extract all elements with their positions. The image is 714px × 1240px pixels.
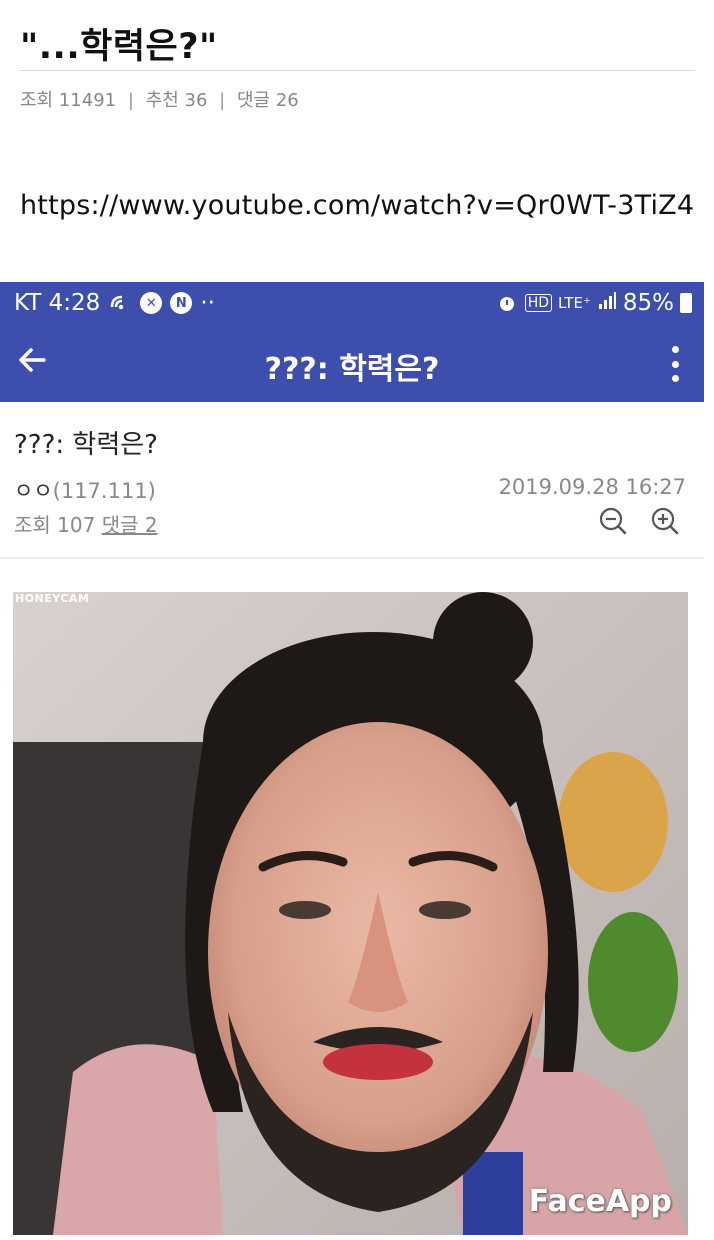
author-ip: (117.111): [52, 479, 156, 503]
inner-views-count: 107: [57, 513, 96, 537]
page: "...학력은?" 조회 11491 | 추천 36 | 댓글 26 https…: [0, 0, 714, 1240]
inner-date: 2019.09.28 16:27: [498, 475, 686, 499]
more-notifications-icon: ··: [200, 290, 215, 316]
app-bar-title: ???: 학력은?: [264, 352, 440, 387]
shield-app-icon: ✕: [140, 292, 163, 314]
recommend-count: 36: [184, 90, 208, 111]
carrier-time: KT 4:28: [14, 290, 101, 316]
post-title: "...학력은?": [20, 27, 218, 67]
inner-divider: [0, 557, 704, 559]
zoom-in-icon[interactable]: [650, 506, 680, 536]
status-right: HD LTE⁺ 85%: [495, 290, 692, 316]
hd-badge: HD: [524, 294, 553, 312]
views-label: 조회: [20, 90, 54, 111]
post-meta: 조회 11491 | 추천 36 | 댓글 26: [20, 86, 299, 112]
meta-separator: |: [219, 90, 226, 111]
signal-icon: [597, 290, 617, 316]
comments-count: 26: [275, 90, 299, 111]
inner-views-label: 조회: [14, 513, 51, 537]
inner-comments-link[interactable]: 댓글 2: [102, 513, 158, 537]
views-count: 11491: [58, 90, 117, 111]
recommend-label: 추천: [145, 90, 179, 111]
inner-author: ㅇㅇ(117.111): [14, 475, 156, 505]
photo-illustration: [13, 592, 688, 1235]
inner-post-title: ???: 학력은?: [14, 430, 158, 460]
zoom-out-icon[interactable]: [598, 506, 628, 536]
inner-meta: 조회 107 댓글 2: [14, 509, 158, 538]
watermark-honeycam: HONEYCAM: [15, 592, 90, 605]
wifi-call-icon: [108, 291, 132, 315]
alarm-icon: [495, 291, 519, 315]
status-left: KT 4:28 ✕ N ··: [14, 290, 215, 316]
battery-icon: [680, 293, 692, 313]
battery-percent: 85%: [622, 290, 674, 316]
status-bar: KT 4:28 ✕ N ·· HD LTE⁺ 85%: [0, 282, 704, 324]
title-divider: [20, 70, 695, 71]
post-photo: HONEYCAM FaceApp: [13, 592, 688, 1235]
meta-separator: |: [127, 90, 134, 111]
naver-app-icon: N: [170, 292, 193, 314]
lte-indicator: LTE⁺: [558, 294, 591, 312]
app-bar: ???: 학력은?: [0, 324, 704, 402]
comments-label: 댓글: [236, 90, 271, 111]
watermark-faceapp: FaceApp: [528, 1184, 672, 1219]
embedded-phone-screenshot: KT 4:28 ✕ N ·· HD LTE⁺ 85% ???: 학력은? ???…: [0, 282, 704, 1240]
youtube-link[interactable]: https://www.youtube.com/watch?v=Qr0WT-3T…: [20, 190, 694, 221]
vertical-dots-icon[interactable]: [668, 346, 682, 382]
author-name: ㅇㅇ: [14, 479, 53, 503]
